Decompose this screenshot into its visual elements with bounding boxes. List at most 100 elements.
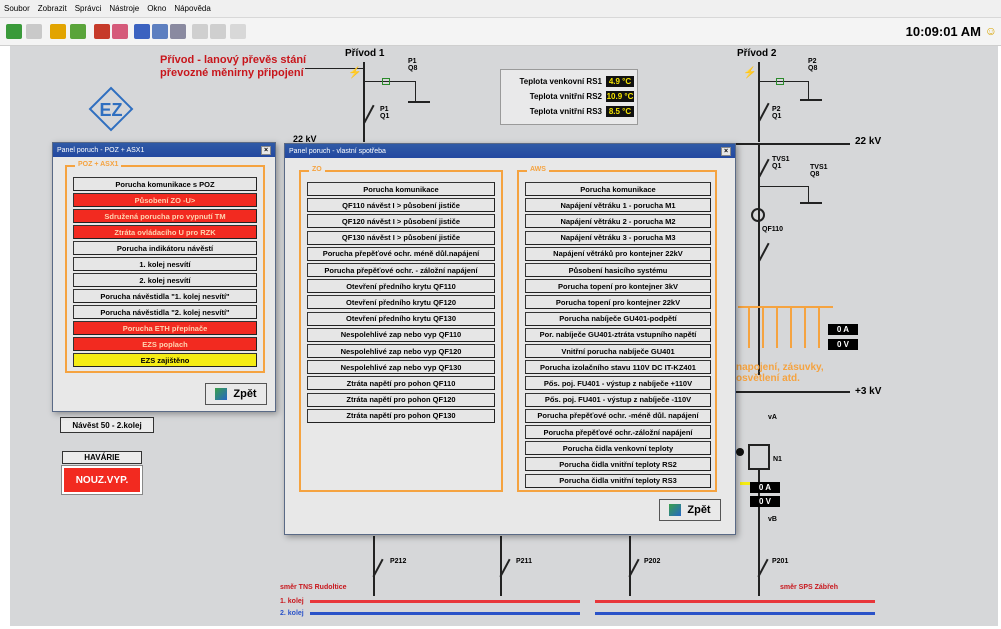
fault-button[interactable]: Porucha čidla venkovní teploty <box>525 441 711 456</box>
vb-label: vB <box>768 516 777 523</box>
report-alt-icon[interactable] <box>112 24 128 39</box>
fault-button[interactable]: Sdružená porucha pro vypnutí TM <box>73 209 257 223</box>
fault-button[interactable]: QF130 návěst I > působení jističe <box>307 230 495 245</box>
fault-button[interactable]: Nespolehlivé zap nebo vyp QF120 <box>307 344 495 358</box>
fault-button[interactable]: Porucha indikátoru návěstí <box>73 241 257 255</box>
back-icon <box>215 388 228 400</box>
fault-button[interactable]: Porucha topení pro kontejner 22kV <box>525 295 711 310</box>
menu-napoveda[interactable]: Nápověda <box>174 4 210 13</box>
report-icon[interactable] <box>94 24 110 39</box>
settings-icon[interactable] <box>230 24 246 39</box>
menu-zobrazit[interactable]: Zobrazit <box>38 4 67 13</box>
fault-button[interactable]: Porucha přepěťové ochr. -méně důl. napáj… <box>525 408 711 423</box>
indicator-icon <box>736 448 744 456</box>
voltmeter-display: 0 V <box>828 339 858 350</box>
ammeter-display: 0 A <box>750 482 780 493</box>
fault-button[interactable]: Porucha přepěťové ochr. - záložní napáje… <box>307 263 495 277</box>
fault-button[interactable]: Porucha čidla vnitřní teploty RS3 <box>525 473 711 488</box>
users-icon[interactable] <box>50 24 66 39</box>
track2-label: 2. kolej <box>280 610 304 617</box>
fault-button[interactable]: 1. kolej nesvítí <box>73 257 257 271</box>
fault-button[interactable]: Otevření předního krytu QF130 <box>307 311 495 326</box>
privod1-line <box>363 62 365 142</box>
p212-label: P212 <box>390 558 407 565</box>
fault-button[interactable]: Napájení větráků pro kontejner 22kV <box>525 246 711 261</box>
fault-button[interactable]: Por. nabíječe GU401-ztráta vstupního nap… <box>525 327 711 342</box>
feed-title-2: převozné měnirny připojení <box>160 67 304 79</box>
havarie-button[interactable]: HAVÁRIE <box>62 451 142 464</box>
p1q8-drop <box>415 81 416 101</box>
fault-button[interactable]: Napájení větráku 2 - porucha M2 <box>525 214 711 229</box>
track1-right <box>595 600 875 603</box>
fault-button[interactable]: Pős. poj. FU401 - výstup z nabíječe -110… <box>525 392 711 407</box>
close-icon[interactable]: × <box>261 145 271 155</box>
close-icon[interactable]: × <box>721 146 731 156</box>
fault-button[interactable]: Působení hasicího systému <box>525 263 711 277</box>
back-button[interactable]: Zpět <box>205 383 267 405</box>
toolbar <box>0 18 1001 46</box>
edit-icon[interactable] <box>192 24 208 39</box>
fault-button[interactable]: Porucha návěstidla "1. kolej nesvítí" <box>73 289 257 303</box>
qf110-label: QF110 <box>762 226 784 233</box>
fault-button[interactable]: Porucha komunikace s POZ <box>73 177 257 191</box>
back-label: Zpět <box>233 388 257 400</box>
fault-button[interactable]: Ztráta napětí pro pohon QF110 <box>307 376 495 391</box>
fault-button[interactable]: Porucha návěstidla "2. kolej nesvítí" <box>73 305 257 319</box>
fault-button[interactable]: QF120 návěst I > působení jističe <box>307 214 495 229</box>
p211-line <box>500 536 502 596</box>
tvs1q8-label: TVS1 Q8 <box>810 164 828 178</box>
fault-button[interactable]: Porucha nabíječe GU401-podpětí <box>525 311 711 326</box>
fault-button[interactable]: 2. kolej nesvítí <box>73 273 257 287</box>
fault-button[interactable]: Porucha ETH přepínače <box>73 321 257 335</box>
print-icon[interactable] <box>170 24 186 39</box>
poz-panel-title: Panel poruch - POZ + ASX1 <box>57 146 145 154</box>
fault-button[interactable]: Otevření předního krytu QF120 <box>307 295 495 310</box>
back-button[interactable]: Zpět <box>659 499 721 521</box>
fault-button[interactable]: Ztráta napětí pro pohon QF130 <box>307 408 495 423</box>
home-icon[interactable] <box>6 24 22 39</box>
fault-button[interactable]: Porucha komunikace <box>525 182 711 196</box>
fault-button[interactable]: Porucha komunikace <box>307 182 495 196</box>
fault-button[interactable]: Napájení větráku 1 - porucha M1 <box>525 198 711 213</box>
chart-icon[interactable] <box>134 24 150 39</box>
fault-button[interactable]: Nespolehlivé zap nebo vyp QF110 <box>307 327 495 342</box>
fault-button[interactable]: Ztráta napětí pro pohon QF120 <box>307 392 495 407</box>
menu-okno[interactable]: Okno <box>147 4 166 13</box>
fault-button[interactable]: Nespolehlivé zap nebo vyp QF130 <box>307 360 495 375</box>
fault-button[interactable]: QF110 návěst I > působení jističe <box>307 198 495 213</box>
fault-button[interactable]: Působení ZO -U> <box>73 193 257 207</box>
poz-group-title: POZ + ASX1 <box>75 161 122 168</box>
fault-button[interactable]: Porucha přepěťové ochr.-záložní napájení <box>525 425 711 439</box>
p2q1-switch-icon <box>758 102 770 122</box>
edit-alt-icon[interactable] <box>210 24 226 39</box>
load-feed <box>804 308 806 348</box>
user-add-icon[interactable] <box>70 24 86 39</box>
emergency-off-button[interactable]: NOUZ.VYP. <box>61 465 143 495</box>
aws-group: AWS Porucha komunikace Napájení větráku 1… <box>517 166 717 492</box>
page-icon[interactable] <box>26 24 42 39</box>
menu-nastroje[interactable]: Nástroje <box>109 4 139 13</box>
fault-button[interactable]: Otevření předního krytu QF110 <box>307 279 495 294</box>
fault-button[interactable]: Vnitřní porucha nabíječe GU401 <box>525 344 711 358</box>
fault-button[interactable]: Porucha topení pro kontejner 3kV <box>525 279 711 294</box>
ground-icon <box>408 101 430 103</box>
poz-group: POZ + ASX1 Porucha komunikace s POZ Půso… <box>65 161 265 373</box>
fault-button[interactable]: EZS poplach <box>73 337 257 351</box>
temp-row: Teplota venkovní RS1 4.9 °C <box>504 74 634 89</box>
fault-button[interactable]: Porucha čidla vnitřní teploty RS2 <box>525 457 711 472</box>
navest-button[interactable]: Návěst 50 - 2.kolej <box>60 417 154 433</box>
tvs1q1-label: TVS1 Q1 <box>772 156 790 170</box>
fault-button[interactable]: Porucha přepěťové ochr. méně důl.napájen… <box>307 246 495 261</box>
fault-button[interactable]: EZS zajištěno <box>73 353 257 367</box>
privod1-label: Přívod 1 <box>345 48 385 59</box>
n1-label: N1 <box>773 456 782 463</box>
ground-icon <box>800 99 822 101</box>
fault-button[interactable]: Ztráta ovládacího U pro RZK <box>73 225 257 239</box>
fault-button[interactable]: Pős. poj. FU401 - výstup z nabíječe +110… <box>525 376 711 391</box>
menu-spravci[interactable]: Správci <box>75 4 102 13</box>
fault-button[interactable]: Napájení větráku 3 - porucha M3 <box>525 230 711 245</box>
fault-button[interactable]: Porucha izolačního stavu 110V DC IT-KZ40… <box>525 360 711 375</box>
menu-soubor[interactable]: Soubor <box>4 4 30 13</box>
va-label: vA <box>768 414 777 421</box>
table-icon[interactable] <box>152 24 168 39</box>
